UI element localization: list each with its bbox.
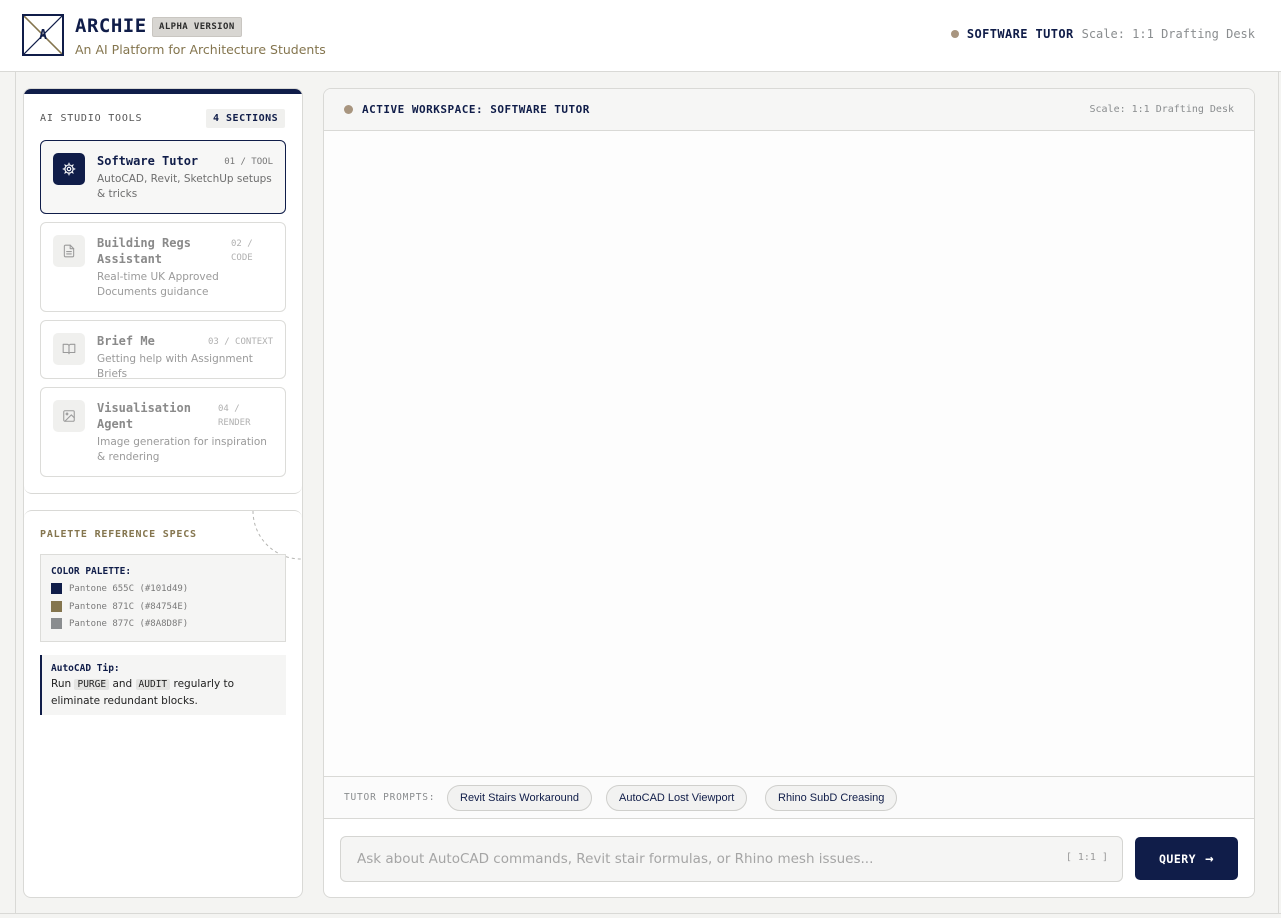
palette-swatch-row: Pantone 655C (#101d49) bbox=[51, 583, 188, 594]
palette-reference-panel: PALETTE REFERENCE SPECS COLOR PALETTE: P… bbox=[24, 510, 302, 897]
tools-panel-accent-bar bbox=[24, 89, 302, 94]
tool-software-tutor[interactable]: Software Tutor 01 / TOOL AutoCAD, Revit,… bbox=[40, 140, 286, 214]
workspace-header: ACTIVE WORKSPACE: SOFTWARE TUTOR Scale: … bbox=[324, 89, 1254, 131]
tool-name: Software Tutor bbox=[97, 154, 199, 168]
prompt-chip-autocad-viewport[interactable]: AutoCAD Lost Viewport bbox=[606, 785, 748, 811]
tutor-prompts-bar: TUTOR PROMPTS: Revit Stairs Workaround A… bbox=[324, 776, 1254, 819]
tool-brief-me[interactable]: Brief Me 03 / CONTEXT Getting help with … bbox=[40, 320, 286, 380]
tool-description: Image generation for inspiration & rende… bbox=[97, 436, 267, 463]
tool-description: Real-time UK Approved Documents guidance bbox=[97, 271, 219, 298]
alpha-version-badge: ALPHA VERSION bbox=[152, 17, 242, 37]
archie-logo[interactable]: A bbox=[22, 14, 64, 56]
palette-swatch-row: Pantone 877C (#8A8D8F) bbox=[51, 618, 188, 629]
tip-code-audit: AUDIT bbox=[135, 679, 171, 690]
color-swatch bbox=[51, 618, 62, 629]
tool-description: AutoCAD, Revit, SketchUp setups & tricks bbox=[97, 173, 272, 200]
swatch-label: Pantone 655C (#101d49) bbox=[69, 583, 189, 594]
swatch-label: Pantone 871C (#84754E) bbox=[69, 601, 189, 612]
tool-name: Building Regs Assistant bbox=[97, 236, 191, 266]
document-icon bbox=[53, 235, 85, 267]
query-input[interactable] bbox=[357, 837, 1047, 881]
palette-panel-title: PALETTE REFERENCE SPECS bbox=[40, 529, 197, 540]
color-swatch bbox=[51, 583, 62, 594]
tip-title: AutoCAD Tip: bbox=[51, 663, 120, 674]
brand-name: ARCHIE bbox=[75, 15, 147, 37]
tool-name: Visualisation Agent bbox=[97, 401, 191, 431]
prompt-chip-rhino-subd[interactable]: Rhino SubD Creasing bbox=[765, 785, 898, 811]
prompt-chip-revit-stairs[interactable]: Revit Stairs Workaround bbox=[447, 785, 593, 811]
brand-subtitle: An AI Platform for Architecture Students bbox=[75, 42, 326, 57]
ai-studio-tools-panel: AI STUDIO TOOLS 4 SECTIONS Software Tuto… bbox=[24, 89, 302, 494]
image-icon bbox=[53, 400, 85, 432]
tool-number: 04 / RENDER bbox=[218, 404, 251, 428]
tools-panel-title: AI STUDIO TOOLS bbox=[40, 113, 143, 124]
sidebar: AI STUDIO TOOLS 4 SECTIONS Software Tuto… bbox=[23, 88, 303, 898]
workspace-status-dot-icon bbox=[344, 105, 353, 114]
query-button[interactable]: QUERY → bbox=[1135, 837, 1238, 880]
sections-count-badge: 4 SECTIONS bbox=[206, 109, 286, 128]
status-scale: Scale: 1:1 Drafting Desk bbox=[1081, 27, 1255, 41]
tip-body: Run PURGE and AUDIT regularly to elimina… bbox=[51, 676, 281, 709]
swatch-label: Pantone 877C (#8A8D8F) bbox=[69, 618, 189, 629]
header-status: SOFTWARE TUTOR Scale: 1:1 Drafting Desk bbox=[950, 27, 1255, 41]
tool-visualisation-agent[interactable]: Visualisation Agent 04 / RENDER Image ge… bbox=[40, 387, 286, 477]
workspace-title: ACTIVE WORKSPACE: SOFTWARE TUTOR bbox=[362, 103, 590, 116]
chat-area[interactable] bbox=[324, 131, 1254, 776]
status-dot-icon bbox=[950, 30, 959, 38]
autocad-tip-box: AutoCAD Tip: Run PURGE and AUDIT regular… bbox=[40, 655, 286, 715]
input-scale-ratio: [ 1:1 ] bbox=[1065, 852, 1108, 863]
frame-line-right bbox=[1278, 72, 1279, 914]
tool-building-regs-assistant[interactable]: Building Regs Assistant 02 / CODE Real-t… bbox=[40, 222, 286, 312]
status-mode: SOFTWARE TUTOR bbox=[966, 27, 1074, 41]
tool-number: 02 / CODE bbox=[231, 239, 253, 263]
tip-text: and bbox=[112, 678, 133, 690]
workspace-panel: ACTIVE WORKSPACE: SOFTWARE TUTOR Scale: … bbox=[323, 88, 1255, 898]
frame-line-left bbox=[15, 72, 16, 914]
color-swatch bbox=[51, 601, 62, 612]
arrow-right-icon: → bbox=[1205, 850, 1215, 867]
tool-name: Brief Me bbox=[97, 334, 155, 348]
tutor-prompts-label: TUTOR PROMPTS: bbox=[344, 792, 436, 803]
frame-line-bottom bbox=[0, 913, 1281, 914]
tool-number: 01 / TOOL bbox=[224, 157, 273, 167]
tip-text: Run bbox=[51, 678, 72, 690]
query-input-box[interactable]: [ 1:1 ] bbox=[340, 836, 1123, 882]
workspace-scale: Scale: 1:1 Drafting Desk bbox=[1089, 104, 1235, 115]
app-header: A ARCHIE ALPHA VERSION An AI Platform fo… bbox=[0, 0, 1281, 72]
tool-description: Getting help with Assignment Briefs bbox=[97, 353, 253, 380]
gear-icon bbox=[53, 153, 85, 185]
tip-code-purge: PURGE bbox=[74, 679, 110, 690]
tool-number: 03 / CONTEXT bbox=[207, 337, 273, 347]
color-palette-box: COLOR PALETTE: Pantone 655C (#101d49) Pa… bbox=[40, 554, 286, 642]
query-button-label: QUERY bbox=[1158, 851, 1197, 866]
book-icon bbox=[53, 333, 85, 365]
palette-swatch-row: Pantone 871C (#84754E) bbox=[51, 601, 188, 612]
logo-letter: A bbox=[39, 27, 47, 43]
color-palette-heading: COLOR PALETTE: bbox=[51, 566, 132, 577]
